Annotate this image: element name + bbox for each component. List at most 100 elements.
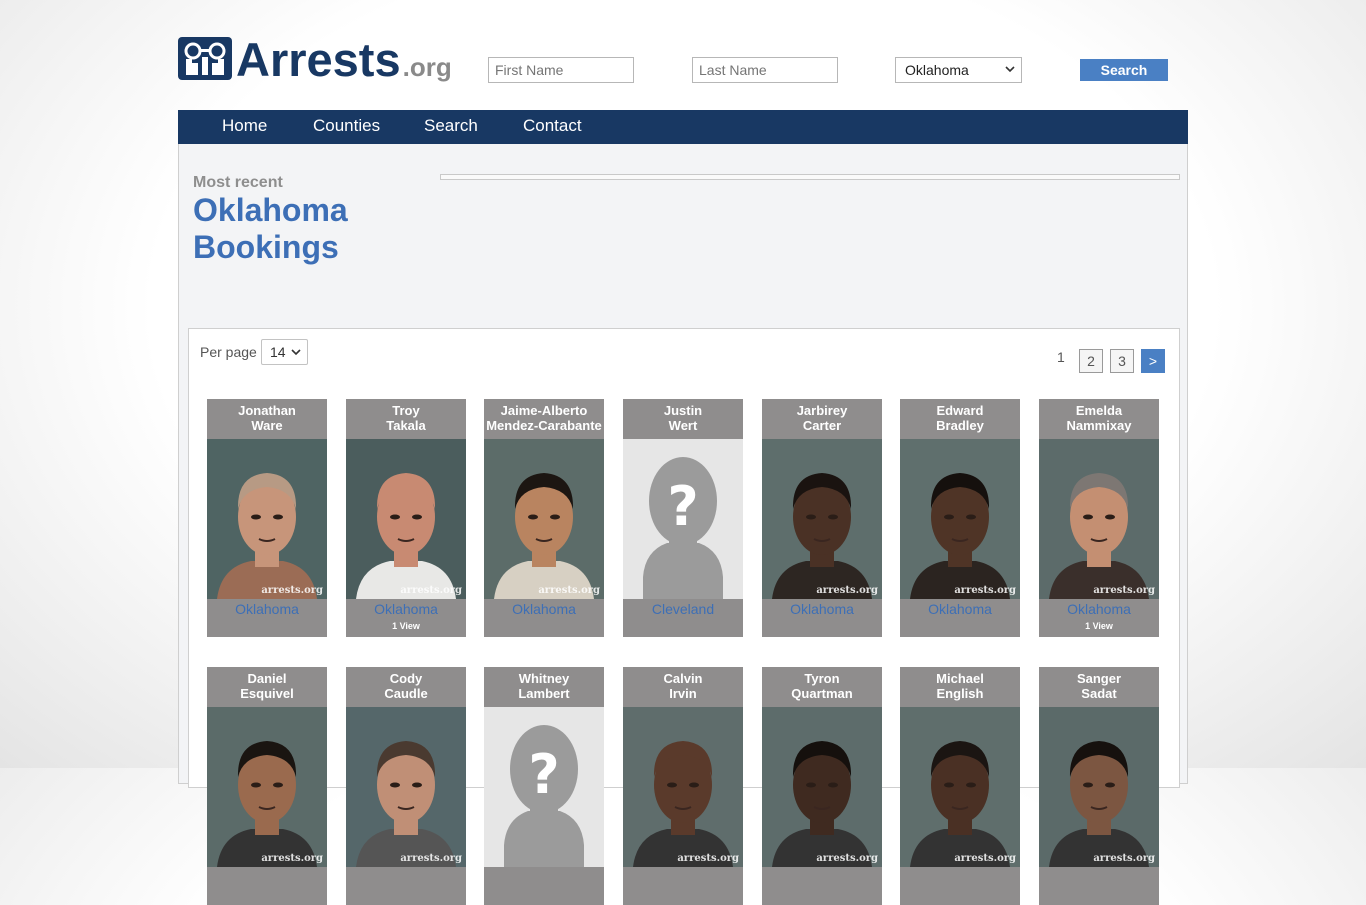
watermark: arrests.org [1093, 853, 1155, 864]
booking-card[interactable]: Daniel Esquivel arrests.org [207, 667, 327, 905]
site-logo[interactable]: Arrests .org [178, 33, 452, 86]
watermark: arrests.org [816, 585, 878, 596]
logo-wordmark: Arrests [236, 33, 401, 86]
mugshot-photo[interactable]: arrests.org [623, 707, 743, 867]
booking-name[interactable]: Michael English [900, 671, 1020, 701]
watermark: arrests.org [400, 853, 462, 864]
booking-county-link[interactable]: Oklahoma [207, 601, 327, 617]
booking-name[interactable]: Jarbirey Carter [762, 403, 882, 433]
booking-card[interactable]: Cody Caudle arrests.org [346, 667, 466, 905]
mugshot-photo[interactable]: arrests.org [346, 439, 466, 599]
mugshot-photo[interactable]: arrests.org [900, 439, 1020, 599]
booking-card[interactable]: Jaime-Alberto Mendez-Carabante arrests.org… [484, 399, 604, 637]
booking-county-link[interactable]: Oklahoma [762, 601, 882, 617]
svg-text:?: ? [667, 475, 698, 538]
mugshot-photo[interactable]: arrests.org [762, 439, 882, 599]
booking-last-name: Ware [251, 418, 283, 433]
booking-view-count: 1 View [392, 621, 420, 631]
booking-name[interactable]: Jaime-Alberto Mendez-Carabante [484, 403, 604, 433]
booking-last-name: Carter [802, 418, 842, 433]
booking-first-name: Edward [936, 403, 984, 418]
search-button[interactable]: Search [1080, 59, 1168, 81]
booking-first-name: Jonathan [238, 403, 296, 418]
booking-county-link[interactable]: Oklahoma [900, 601, 1020, 617]
booking-name[interactable]: Tyron Quartman [762, 671, 882, 701]
watermark: arrests.org [1093, 585, 1155, 596]
booking-name[interactable]: Whitney Lambert [484, 671, 604, 701]
booking-last-name: Nammixay [1066, 418, 1132, 433]
svg-text:?: ? [528, 743, 559, 806]
ad-banner-slot [440, 174, 1180, 180]
nav-counties-link[interactable]: Counties [313, 110, 380, 142]
per-page-select[interactable]: 14 [261, 339, 308, 365]
section-eyebrow: Most recent [193, 174, 283, 191]
booking-card[interactable]: Whitney Lambert? [484, 667, 604, 905]
booking-county-link[interactable]: Cleveland [623, 601, 743, 617]
booking-name[interactable]: Sanger Sadat [1039, 671, 1159, 701]
mugshot-photo[interactable]: arrests.org [207, 439, 327, 599]
booking-view-count: 1 View [1085, 621, 1113, 631]
watermark: arrests.org [261, 853, 323, 864]
pagination-next-button[interactable]: > [1141, 349, 1165, 373]
watermark: arrests.org [816, 853, 878, 864]
booking-county-link[interactable]: Oklahoma [346, 601, 466, 617]
booking-county-link[interactable]: Oklahoma [1039, 601, 1159, 617]
booking-first-name: Jarbirey [796, 403, 848, 418]
mugshot-photo[interactable]: arrests.org [1039, 707, 1159, 867]
pagination-page-2[interactable]: 2 [1079, 349, 1103, 373]
mugshot-photo[interactable]: arrests.org [484, 439, 604, 599]
first-name-input[interactable] [488, 57, 634, 83]
page-title: Oklahoma Bookings [193, 192, 348, 265]
booking-name[interactable]: Edward Bradley [900, 403, 1020, 433]
watermark: arrests.org [400, 585, 462, 596]
booking-first-name: Jaime-Alberto [500, 403, 588, 418]
booking-first-name: Justin [663, 403, 703, 418]
booking-card[interactable]: Tyron Quartman arrests.org [762, 667, 882, 905]
booking-name[interactable]: Calvin Irvin [623, 671, 743, 701]
booking-card[interactable]: Jonathan Ware arrests.org Oklahoma [207, 399, 327, 637]
no-photo-placeholder-icon[interactable]: ? [484, 707, 604, 867]
booking-last-name: Mendez-Carabante [486, 418, 602, 433]
state-select[interactable]: Oklahoma [895, 57, 1022, 83]
mugshot-photo[interactable]: arrests.org [207, 707, 327, 867]
booking-county-link[interactable]: Oklahoma [484, 601, 604, 617]
nav-contact-link[interactable]: Contact [523, 110, 582, 142]
booking-card[interactable]: Calvin Irvin arrests.org [623, 667, 743, 905]
mugshot-photo[interactable]: arrests.org [346, 707, 466, 867]
last-name-input[interactable] [692, 57, 838, 83]
pagination-page-3[interactable]: 3 [1110, 349, 1134, 373]
booking-card[interactable]: Michael English arrests.org [900, 667, 1020, 905]
booking-first-name: Whitney [518, 671, 570, 686]
booking-first-name: Calvin [663, 671, 703, 686]
chevron-down-icon [1005, 66, 1015, 73]
mugshot-photo[interactable]: arrests.org [1039, 439, 1159, 599]
booking-last-name: Caudle [384, 686, 428, 701]
nav-home-link[interactable]: Home [222, 110, 267, 142]
booking-name[interactable]: Justin Wert [623, 403, 743, 433]
watermark: arrests.org [677, 853, 739, 864]
no-photo-placeholder-icon[interactable]: ? [623, 439, 743, 599]
pagination-current-page: 1 [1057, 349, 1065, 365]
booking-card[interactable]: Jarbirey Carter arrests.org Oklahoma [762, 399, 882, 637]
mugshot-photo[interactable]: arrests.org [900, 707, 1020, 867]
booking-last-name: Lambert [518, 686, 570, 701]
mugshot-photo[interactable]: arrests.org [762, 707, 882, 867]
booking-card[interactable]: Edward Bradley arrests.org Oklahoma [900, 399, 1020, 637]
nav-search-link[interactable]: Search [424, 110, 478, 142]
booking-name[interactable]: Jonathan Ware [207, 403, 327, 433]
booking-name[interactable]: Cody Caudle [346, 671, 466, 701]
booking-card[interactable]: Emelda Nammixay arrests.org Oklahoma 1 View [1039, 399, 1159, 637]
booking-first-name: Cody [389, 671, 423, 686]
booking-name[interactable]: Daniel Esquivel [207, 671, 327, 701]
booking-card[interactable]: Sanger Sadat arrests.org [1039, 667, 1159, 905]
booking-name[interactable]: Troy Takala [346, 403, 466, 433]
booking-first-name: Troy [392, 403, 420, 418]
booking-card[interactable]: Justin Wert? Cleveland [623, 399, 743, 637]
logo-suffix: .org [402, 52, 452, 82]
booking-last-name: Sadat [1081, 686, 1117, 701]
booking-first-name: Michael [936, 671, 984, 686]
booking-card[interactable]: Troy Takala arrests.org Oklahoma 1 View [346, 399, 466, 637]
booking-last-name: Bradley [936, 418, 984, 433]
content-panel: Most recent Oklahoma Bookings Per page 1… [178, 144, 1188, 905]
booking-name[interactable]: Emelda Nammixay [1039, 403, 1159, 433]
